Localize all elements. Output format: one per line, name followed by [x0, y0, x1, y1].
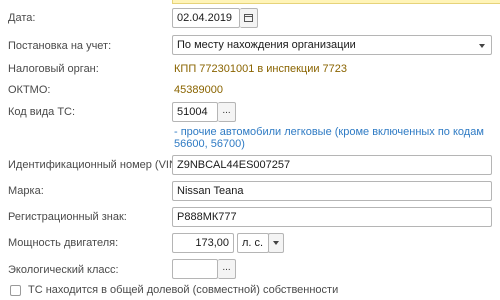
date-label: Дата: [8, 12, 36, 24]
vehicle-type-label: Код вида ТС: [8, 106, 76, 118]
vehicle-type-hint-line2: 56600, 56700) [174, 138, 245, 150]
engine-power-value: 173,00 [195, 237, 229, 249]
engine-power-label: Мощность двигателя: [8, 237, 119, 249]
eco-class-label: Экологический класс: [8, 264, 119, 276]
ellipsis-icon: ... [222, 104, 231, 116]
engine-power-unit-dropdown[interactable] [268, 233, 284, 253]
brand-value: Nissan Teana [177, 185, 244, 197]
shared-ownership-checkbox[interactable] [10, 285, 21, 296]
date-field[interactable]: 02.04.2019 [172, 8, 240, 28]
registration-select[interactable]: По месту нахождения организации [172, 35, 492, 55]
eco-class-select-button[interactable]: ... [218, 259, 236, 279]
eco-class-field[interactable] [172, 259, 218, 279]
brand-label: Марка: [8, 185, 44, 197]
ellipsis-icon: ... [222, 261, 231, 273]
shared-ownership-label[interactable]: ТС находится в общей долевой (совместной… [28, 284, 338, 296]
engine-power-unit-select[interactable]: л. с. [237, 233, 269, 253]
oktmo-label: ОКТМО: [8, 84, 51, 96]
vin-value: Z9NBCAL44ES007257 [177, 159, 291, 171]
date-value: 02.04.2019 [177, 12, 233, 24]
engine-power-unit: л. с. [242, 237, 264, 249]
brand-field[interactable]: Nissan Teana [172, 181, 492, 201]
reg-mark-label: Регистрационный знак: [8, 211, 127, 223]
chevron-down-icon [479, 44, 485, 48]
vehicle-type-select-button[interactable]: ... [218, 102, 236, 122]
tax-authority-label: Налоговый орган: [8, 63, 99, 75]
registration-value: По месту нахождения организации [177, 39, 356, 51]
top-highlight-strip [172, 0, 500, 4]
vehicle-type-hint-line1: - прочие автомобили легковые (кроме вклю… [174, 126, 484, 138]
vin-field[interactable]: Z9NBCAL44ES007257 [172, 155, 492, 175]
vehicle-type-value: 51004 [177, 106, 208, 118]
vehicle-type-field[interactable]: 51004 [172, 102, 218, 122]
reg-mark-field[interactable]: Р888МК777 [172, 207, 492, 227]
chevron-down-icon [273, 241, 279, 245]
engine-power-field[interactable]: 173,00 [172, 233, 234, 253]
tax-authority-value[interactable]: КПП 772301001 в инспекции 7723 [174, 63, 347, 75]
vin-label: Идентификационный номер (VIN): [8, 159, 184, 171]
calendar-button[interactable] [240, 8, 258, 28]
oktmo-value: 45389000 [174, 84, 223, 96]
reg-mark-value: Р888МК777 [177, 211, 237, 223]
calendar-icon [244, 14, 253, 22]
registration-label: Постановка на учет: [8, 40, 112, 52]
